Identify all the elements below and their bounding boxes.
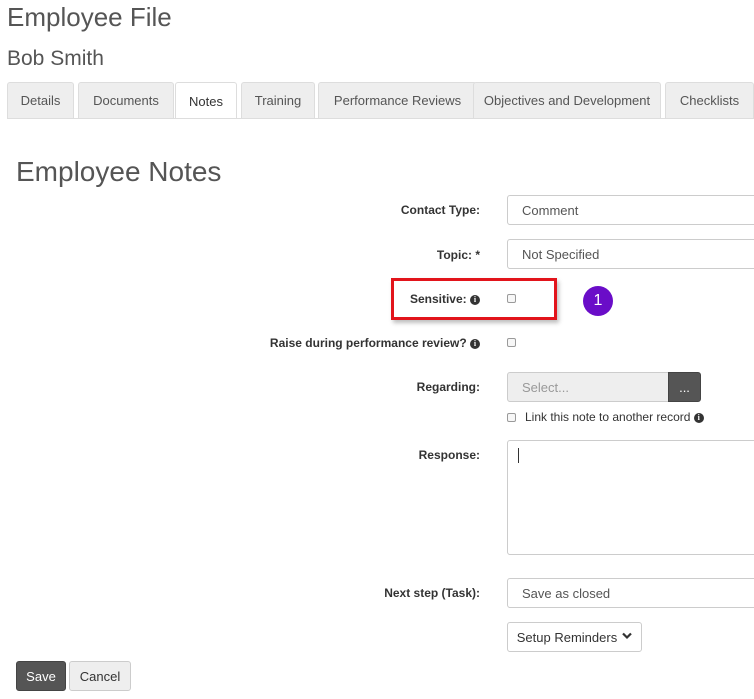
raise-review-label: Raise during performance review?	[269, 336, 467, 350]
response-label: Response:	[418, 448, 480, 462]
tab-documents[interactable]: Documents	[78, 82, 174, 118]
next-step-value: Save as closed	[522, 585, 611, 601]
cancel-button[interactable]: Cancel	[69, 661, 131, 691]
regarding-input[interactable]: Select...	[507, 372, 669, 402]
step-badge: 1	[583, 286, 613, 316]
topic-label: Topic: *	[436, 248, 480, 262]
contact-type-select[interactable]: Comment	[507, 195, 754, 225]
info-circle-icon[interactable]: i	[470, 338, 480, 349]
regarding-browse-button[interactable]: ...	[668, 372, 701, 402]
next-step-select[interactable]: Save as closed	[507, 578, 754, 608]
setup-reminders-label: Setup Reminders	[516, 629, 618, 645]
tab-details[interactable]: Details	[7, 82, 74, 118]
regarding-placeholder: Select...	[522, 379, 569, 395]
info-circle-icon[interactable]: i	[693, 412, 704, 423]
contact-type-label: Contact Type:	[400, 203, 480, 217]
tab-objectives-development[interactable]: Objectives and Development	[473, 82, 661, 118]
raise-review-checkbox[interactable]	[507, 338, 516, 347]
link-note-checkbox[interactable]	[507, 413, 516, 422]
tabs-divider	[7, 118, 754, 119]
topic-value: Not Specified	[522, 246, 600, 262]
setup-reminders-button[interactable]: Setup Reminders	[507, 622, 642, 652]
tab-bar: Details Documents Notes Training Perform…	[7, 82, 754, 119]
next-step-label: Next step (Task):	[384, 586, 480, 600]
link-note-row: Link this note to another record i	[525, 410, 704, 424]
tab-training[interactable]: Training	[241, 82, 315, 118]
tab-performance-reviews[interactable]: Performance Reviews	[318, 82, 477, 118]
text-cursor	[518, 448, 519, 463]
link-note-label: Link this note to another record	[525, 410, 691, 424]
raise-review-label-row: Raise during performance review? i	[230, 336, 480, 350]
highlight-box	[391, 278, 557, 320]
page-title: Employee File	[7, 2, 172, 32]
save-button[interactable]: Save	[16, 661, 66, 691]
chevron-down-icon	[622, 632, 632, 643]
response-textarea[interactable]	[507, 440, 754, 555]
contact-type-value: Comment	[522, 202, 579, 218]
tab-checklists[interactable]: Checklists	[665, 82, 754, 118]
employee-name: Bob Smith	[7, 47, 104, 70]
tab-notes[interactable]: Notes	[175, 82, 237, 119]
topic-select[interactable]: Not Specified	[507, 239, 754, 269]
section-title: Employee Notes	[16, 156, 222, 187]
regarding-label: Regarding:	[416, 380, 480, 394]
